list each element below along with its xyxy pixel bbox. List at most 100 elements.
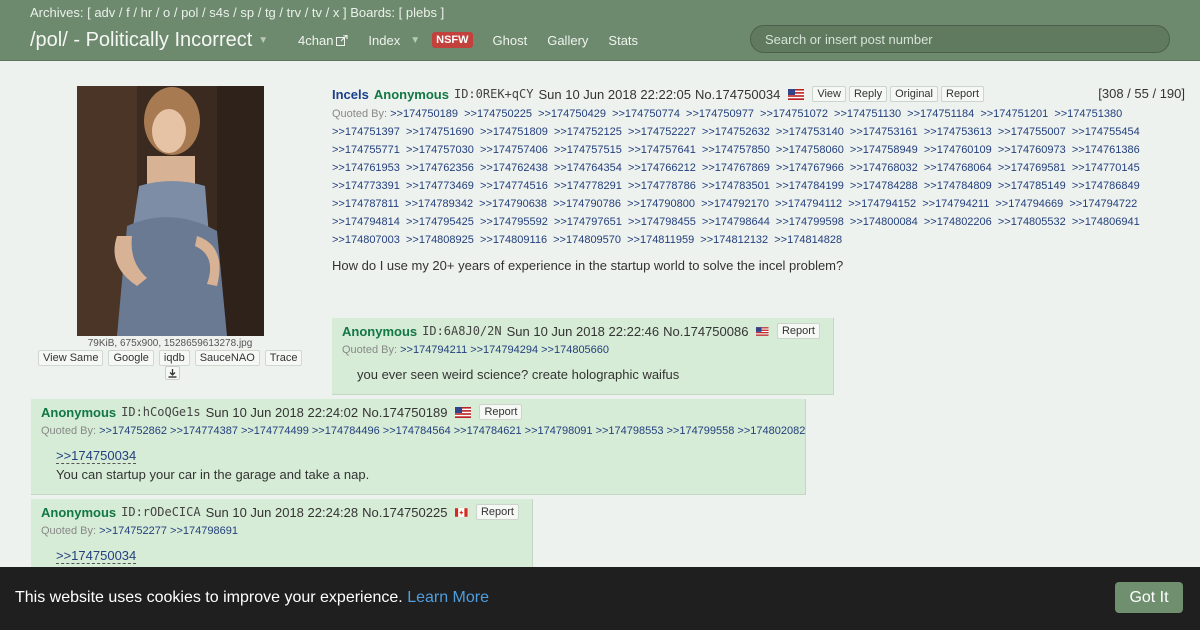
quote-backlink[interactable]: >>174769581 <box>998 162 1066 174</box>
quote-backlink[interactable]: >>174784199 <box>776 180 844 192</box>
nav-ghost[interactable]: Ghost <box>493 33 528 48</box>
quote-backlink[interactable]: >>174774516 <box>480 180 548 192</box>
archive-link-tg[interactable]: tg <box>265 5 276 20</box>
quote-backlink[interactable]: >>174752227 <box>628 126 696 138</box>
archive-link-tv[interactable]: tv <box>312 5 322 20</box>
archive-link-x[interactable]: x <box>333 5 340 20</box>
quote-backlink[interactable]: >>174751184 <box>907 108 974 120</box>
quote-backlink[interactable]: >>174802206 <box>924 216 992 228</box>
quote-backlink[interactable]: >>174795425 <box>406 216 474 228</box>
quote-backlink[interactable]: >>174751397 <box>332 126 400 138</box>
quote-backlink[interactable]: >>174752277 <box>99 525 167 537</box>
report-button[interactable]: Report <box>479 404 523 420</box>
quote-backlink[interactable]: >>174755771 <box>332 144 400 156</box>
view-same-button[interactable]: View Same <box>38 350 104 366</box>
archive-link-adv[interactable]: adv <box>94 5 115 20</box>
quote-backlink[interactable]: >>174789342 <box>405 198 473 210</box>
quote-backlink[interactable]: >>174784288 <box>850 180 918 192</box>
reply-button[interactable]: Reply <box>848 86 888 102</box>
quote-backlink[interactable]: >>174794294 <box>470 344 538 356</box>
quote-backlink[interactable]: >>174757406 <box>480 144 548 156</box>
quote-backlink[interactable]: >>174805660 <box>541 344 609 356</box>
quote-backlink[interactable]: >>174752862 <box>99 425 167 437</box>
quote-backlink[interactable]: >>174770145 <box>1072 162 1140 174</box>
post-number[interactable]: No.174750225 <box>362 505 447 520</box>
quote-backlink[interactable]: >>174794669 <box>995 198 1063 210</box>
post-number[interactable]: No.174750189 <box>362 405 447 420</box>
quote-backlink[interactable]: >>174783501 <box>702 180 770 192</box>
download-button[interactable] <box>165 366 180 380</box>
quote-backlink[interactable]: >>174798691 <box>170 525 238 537</box>
quote-backlink[interactable]: >>174784809 <box>924 180 992 192</box>
quote-backlink[interactable]: >>174798455 <box>628 216 696 228</box>
quote-backlink[interactable]: >>174764354 <box>554 162 622 174</box>
report-button[interactable]: Report <box>475 504 519 520</box>
quote-backlink[interactable]: >>174798091 <box>525 425 593 437</box>
quote-backlink[interactable]: >>174800084 <box>850 216 918 228</box>
poster-id[interactable]: ID:rODeCICA <box>121 505 200 519</box>
nav-index[interactable]: Index ▼ <box>368 33 420 48</box>
quote-backlink[interactable]: >>174767869 <box>702 162 770 174</box>
quote-backlink[interactable]: >>174760973 <box>998 144 1066 156</box>
quote-backlink[interactable]: >>174753140 <box>776 126 844 138</box>
quote-backlink[interactable]: >>174773391 <box>332 180 400 192</box>
board-link-plebs[interactable]: plebs <box>406 5 437 20</box>
quote-backlink[interactable]: >>174794814 <box>332 216 400 228</box>
quote-backlink[interactable]: >>174750225 <box>464 108 532 120</box>
quote-backlink[interactable]: >>174812132 <box>700 234 768 246</box>
quote-backlink[interactable]: >>174798553 <box>596 425 664 437</box>
quote-backlink[interactable]: >>174784496 <box>312 425 380 437</box>
quote-backlink[interactable]: >>174797651 <box>554 216 622 228</box>
original-button[interactable]: Original <box>890 86 938 102</box>
nav-4chan[interactable]: 4chan <box>298 33 349 48</box>
quote-backlink[interactable]: >>174768032 <box>850 162 918 174</box>
quote-backlink[interactable]: >>174799558 <box>666 425 734 437</box>
quote-backlink[interactable]: >>174795592 <box>480 216 548 228</box>
quote-backlink[interactable]: >>174751690 <box>406 126 474 138</box>
quote-backlink[interactable]: >>174778786 <box>628 180 696 192</box>
quote-backlink[interactable]: >>174794152 <box>848 198 916 210</box>
quote-backlink[interactable]: >>174807003 <box>332 234 400 246</box>
quote-backlink[interactable]: >>174751809 <box>480 126 548 138</box>
quote-backlink[interactable]: >>174808925 <box>406 234 474 246</box>
quote-backlink[interactable]: >>174762438 <box>480 162 548 174</box>
post-number[interactable]: No.174750086 <box>663 324 748 339</box>
quote-backlink[interactable]: >>174806941 <box>1072 216 1140 228</box>
quote-backlink[interactable]: >>174751201 <box>980 108 1048 120</box>
quote-backlink[interactable]: >>174809570 <box>553 234 621 246</box>
archive-link-pol[interactable]: pol <box>181 5 198 20</box>
quote-backlink[interactable]: >>174752125 <box>554 126 622 138</box>
archive-link-o[interactable]: o <box>163 5 170 20</box>
quote-backlink[interactable]: >>174798644 <box>702 216 770 228</box>
quote-backlink[interactable]: >>174762356 <box>406 162 474 174</box>
quote-backlink[interactable]: >>174805532 <box>998 216 1066 228</box>
quote-backlink[interactable]: >>174809116 <box>480 234 547 246</box>
quote-backlink[interactable]: >>174750429 <box>538 108 606 120</box>
quote-backlink[interactable]: >>174761386 <box>1072 144 1140 156</box>
quote-backlink[interactable]: >>174790800 <box>627 198 695 210</box>
poster-id[interactable]: ID:6A8J0/2N <box>422 324 501 338</box>
quote-backlink[interactable]: >>174768064 <box>924 162 992 174</box>
quote-backlink[interactable]: >>174774387 <box>170 425 238 437</box>
report-button[interactable]: Report <box>941 86 985 102</box>
archive-link-trv[interactable]: trv <box>287 5 301 20</box>
poster-id[interactable]: ID:hCoQGe1s <box>121 405 200 419</box>
quote-backlink[interactable]: >>174794112 <box>775 198 842 210</box>
quote-backlink[interactable]: >>174761953 <box>332 162 400 174</box>
google-button[interactable]: Google <box>108 350 154 366</box>
quote-backlink[interactable]: >>174750977 <box>686 108 754 120</box>
quote-backlink[interactable]: >>174751380 <box>1054 108 1122 120</box>
op-thumbnail-image[interactable] <box>77 86 264 336</box>
quote-backlink[interactable]: >>174814828 <box>774 234 842 246</box>
saucenao-button[interactable]: SauceNAO <box>194 350 260 366</box>
quote-backlink[interactable]: >>174786849 <box>1072 180 1140 192</box>
archive-link-hr[interactable]: hr <box>141 5 153 20</box>
nav-stats[interactable]: Stats <box>608 33 638 48</box>
quote-backlink[interactable]: >>174785149 <box>998 180 1066 192</box>
post-number[interactable]: No.174750034 <box>695 87 780 102</box>
quote-backlink[interactable]: >>174757850 <box>702 144 770 156</box>
quote-backlink[interactable]: >>174794211 <box>400 344 467 356</box>
trace-button[interactable]: Trace <box>264 350 303 366</box>
quote-backlink[interactable]: >>174750189 <box>390 108 458 120</box>
quote-backlink[interactable]: >>174802082 <box>737 425 805 437</box>
